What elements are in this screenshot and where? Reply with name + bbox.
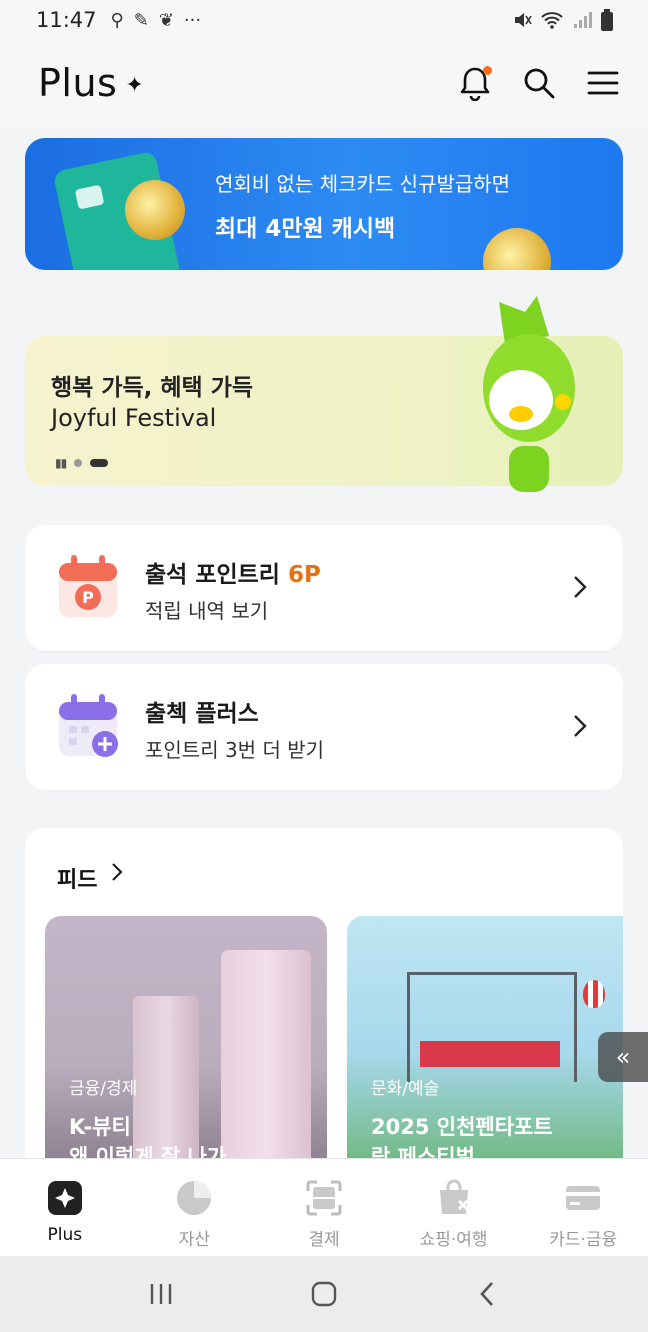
pie-chart-icon <box>177 1181 212 1215</box>
notification-button[interactable] <box>456 64 494 102</box>
pause-icon[interactable]: ▮▮ <box>55 456 67 470</box>
pager-dot <box>74 459 83 467</box>
system-nav-bar <box>0 1256 648 1332</box>
sparkle-card-icon <box>47 1181 82 1215</box>
bottom-tab-bar: Plus 자산 결제 쇼핑·여행 카드·금융 <box>0 1158 648 1256</box>
carousel-pager: ▮▮ <box>55 456 109 470</box>
pager-dot-active <box>90 459 109 467</box>
feed-card-headline-line1: K-뷰티 <box>69 1115 131 1139</box>
attendance-subtitle: 적립 내역 보기 <box>145 599 269 623</box>
feed-card-headline-line2: 락 페스티벌 <box>371 1145 475 1158</box>
pen-icon: ✎ <box>133 9 149 31</box>
rabbit-icon: ❦ <box>158 9 174 31</box>
checkin-plus-title: 출첵 플러스 <box>145 701 259 727</box>
banner-line1: 연회비 없는 체크카드 신규발급하면 <box>215 172 511 196</box>
calendar-p-letter: P <box>82 588 94 607</box>
tab-label: 결제 <box>308 1230 340 1250</box>
promo-banner-checkcard[interactable]: 연회비 없는 체크카드 신규발급하면 최대 4만원 캐시백 <box>25 138 623 270</box>
festival-title: 행복 가득, 혜택 가득 <box>51 375 254 401</box>
feed-card[interactable]: 금융/경제 K-뷰티 왜 이렇게 잘 나가 <box>45 916 327 1158</box>
mute-icon <box>515 13 532 27</box>
more-icon: ··· <box>183 9 202 31</box>
signal-icon <box>574 12 592 28</box>
back-button[interactable] <box>457 1274 517 1314</box>
scan-icon <box>306 1180 342 1216</box>
cosmetic-tube-illustration <box>221 950 311 1158</box>
status-system-icons <box>512 9 614 31</box>
menu-button[interactable] <box>584 64 622 102</box>
checkin-plus-subtitle: 포인트리 3번 더 받기 <box>145 738 324 762</box>
calendar-p-icon: P <box>59 555 117 617</box>
status-notification-icons: ⚲ ✎ ❦ ··· <box>111 10 202 31</box>
tab-label: 카드·금융 <box>549 1230 618 1250</box>
hamburger-icon <box>587 71 619 95</box>
brand-sparkle-icon: ✦ <box>125 72 145 98</box>
app-bar: Plus ✦ <box>0 40 648 126</box>
tab-label: 자산 <box>178 1230 211 1250</box>
attendance-point-card[interactable]: P 출석 포인트리 6P 적립 내역 보기 <box>25 525 623 651</box>
home-icon <box>311 1281 337 1307</box>
tab-card-finance[interactable]: 카드·금융 <box>518 1159 648 1256</box>
credit-card-icon <box>566 1186 601 1210</box>
battery-icon <box>601 9 613 31</box>
tab-payment[interactable]: 결제 <box>259 1159 389 1256</box>
banner-line2: 최대 4만원 캐시백 <box>215 216 396 242</box>
chevron-right-icon[interactable] <box>111 862 123 882</box>
notification-dot <box>483 66 492 75</box>
shopping-bag-icon <box>439 1179 468 1214</box>
festival-subtitle: Joyful Festival <box>51 404 217 432</box>
chevron-right-icon <box>574 715 587 737</box>
checkin-plus-card[interactable]: 출첵 플러스 포인트리 3번 더 받기 <box>25 664 623 790</box>
attendance-points: 6P <box>287 562 321 588</box>
calendar-plus-icon <box>59 694 118 757</box>
feed-section: 피드 금융/경제 K-뷰티 왜 이렇게 잘 나가 문화/예술 2025 인천펜타… <box>25 828 623 1158</box>
tab-label: Plus <box>47 1225 83 1245</box>
side-panel-toggle-button[interactable]: « <box>598 1032 648 1082</box>
tab-label: 쇼핑·여행 <box>419 1230 488 1250</box>
festival-carousel[interactable]: 행복 가득, 혜택 가득 Joyful Festival ▮▮ <box>25 296 623 492</box>
tab-assets[interactable]: 자산 <box>130 1159 260 1256</box>
feed-card-headline: K-뷰티 왜 이렇게 잘 나가 <box>69 1112 226 1158</box>
hot-air-balloon-illustration <box>583 980 605 1008</box>
attendance-title: 출석 포인트리 6P <box>145 555 321 589</box>
recent-apps-icon <box>151 1284 172 1304</box>
back-icon <box>479 1282 493 1306</box>
attendance-title-text: 출석 포인트리 <box>145 562 280 588</box>
chevron-right-icon <box>574 576 587 598</box>
stage-illustration <box>407 972 577 1082</box>
search-icon <box>524 68 555 99</box>
brand-logo: Plus ✦ <box>38 61 144 105</box>
search-button[interactable] <box>520 64 558 102</box>
tab-shopping-travel[interactable]: 쇼핑·여행 <box>389 1159 519 1256</box>
feed-card-category: 문화/예술 <box>371 1079 440 1099</box>
feed-card[interactable]: 문화/예술 2025 인천펜타포트 락 페스티벌 <box>347 916 623 1158</box>
status-bar: 11:47 ⚲ ✎ ❦ ··· <box>0 0 648 40</box>
status-time: 11:47 <box>36 8 97 32</box>
recent-apps-button[interactable] <box>131 1274 191 1314</box>
mascot-illustration <box>483 296 575 492</box>
feed-card-headline-line1: 2025 인천펜타포트 <box>371 1115 553 1139</box>
feed-card-headline-line2: 왜 이렇게 잘 나가 <box>69 1145 227 1158</box>
tab-plus[interactable]: Plus <box>0 1159 130 1256</box>
feed-card-headline: 2025 인천펜타포트 락 페스티벌 <box>371 1112 553 1158</box>
feed-title[interactable]: 피드 <box>57 862 97 894</box>
coin-illustration <box>125 180 185 240</box>
feed-card-category: 금융/경제 <box>69 1079 138 1099</box>
home-button[interactable] <box>294 1274 354 1314</box>
link-icon: ⚲ <box>110 9 124 31</box>
brand-name: Plus <box>38 61 118 105</box>
wifi-icon <box>541 12 563 29</box>
